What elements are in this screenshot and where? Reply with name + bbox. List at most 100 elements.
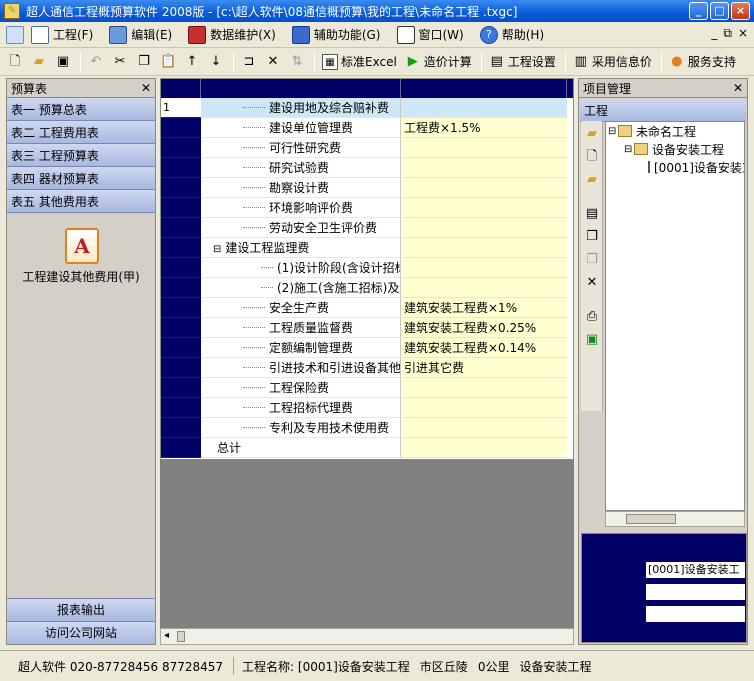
support-button[interactable]: ● 服务支持 xyxy=(666,51,739,73)
delete-button[interactable]: ✕ xyxy=(262,51,284,73)
table-row[interactable]: 可行性研究费 xyxy=(161,138,573,158)
close-button[interactable]: × xyxy=(731,2,750,20)
expand-icon[interactable]: ⊟ xyxy=(608,126,618,137)
scroll-thumb[interactable] xyxy=(177,631,185,642)
formula-cell[interactable] xyxy=(401,138,567,158)
row-number-cell[interactable] xyxy=(161,258,201,278)
nav-table-2[interactable]: 表二 工程费用表 xyxy=(7,121,155,144)
table-row[interactable]: 环境影响评价费 xyxy=(161,198,573,218)
report-output-button[interactable]: 报表输出 xyxy=(7,598,155,621)
table-row[interactable]: (1)设计阶段(含设计招标) xyxy=(161,258,573,278)
table-row[interactable]: 引进技术和引进设备其他费 引进其它费 xyxy=(161,358,573,378)
paste-icon[interactable]: ❐ xyxy=(582,250,602,270)
fee-name-cell[interactable]: 工程招标代理费 xyxy=(201,398,401,418)
fee-name-cell[interactable]: 定额编制管理费 xyxy=(201,338,401,358)
fee-name-cell[interactable]: 工程质量监督费 xyxy=(201,318,401,338)
table-row[interactable]: ⊟ 建设工程监理费 xyxy=(161,238,573,258)
table-row[interactable]: 1 建设用地及综合赔补费 xyxy=(161,98,573,118)
table-row[interactable]: 总计 xyxy=(161,438,573,458)
formula-cell[interactable]: 建筑安装工程费×1% xyxy=(401,298,567,318)
header-cell-formula[interactable] xyxy=(401,79,567,98)
nav-table-5[interactable]: 表五 其他费用表 xyxy=(7,190,155,213)
fee-name-cell[interactable]: 勘察设计费 xyxy=(201,178,401,198)
formula-cell[interactable]: 建筑安装工程费×0.14% xyxy=(401,338,567,358)
tree-hscroll[interactable] xyxy=(605,511,745,527)
formula-cell[interactable] xyxy=(401,198,567,218)
prop-field-3[interactable] xyxy=(646,606,745,622)
mdi-restore-button[interactable]: ⧉ xyxy=(723,26,732,41)
fee-name-cell[interactable]: 专利及专用技术使用费 xyxy=(201,418,401,438)
sort-button[interactable]: ⇅ xyxy=(286,51,308,73)
maximize-button[interactable]: □ xyxy=(710,2,729,20)
export-icon[interactable]: ▣ xyxy=(582,330,602,350)
row-number-cell[interactable] xyxy=(161,198,201,218)
menu-window[interactable]: 窗口(W) xyxy=(394,24,467,46)
formula-cell[interactable]: 引进其它费 xyxy=(401,358,567,378)
nav-table-1[interactable]: 表一 预算总表 xyxy=(7,98,155,121)
minimize-button[interactable]: _ xyxy=(689,2,708,20)
table-row[interactable]: 工程保险费 xyxy=(161,378,573,398)
header-cell-name[interactable] xyxy=(201,79,401,98)
row-number-cell[interactable] xyxy=(161,318,201,338)
tree-node-install[interactable]: ⊟ 设备安装工程 xyxy=(606,140,744,158)
fee-name-cell[interactable]: (2)施工(含施工招标)及保修 xyxy=(201,278,401,298)
table-row[interactable]: 工程质量监督费 建筑安装工程费×0.25% xyxy=(161,318,573,338)
fee-name-cell[interactable]: ⊟ 建设工程监理费 xyxy=(201,238,401,258)
collapse-icon[interactable]: ⊟ xyxy=(213,244,221,255)
table-row[interactable]: 安全生产费 建筑安装工程费×1% xyxy=(161,298,573,318)
row-number-cell[interactable] xyxy=(161,178,201,198)
menu-data[interactable]: 数据维护(X) xyxy=(185,24,279,46)
mdi-minimize-button[interactable]: _ xyxy=(711,26,717,41)
fee-name-cell[interactable]: 工程保险费 xyxy=(201,378,401,398)
table-row[interactable]: 定额编制管理费 建筑安装工程费×0.14% xyxy=(161,338,573,358)
table-row[interactable]: 专利及专用技术使用费 xyxy=(161,418,573,438)
scroll-left-icon[interactable]: ◂ xyxy=(164,630,169,641)
row-number-cell[interactable]: 1 xyxy=(161,98,201,118)
new-file-icon[interactable]: 🗋 xyxy=(582,147,602,167)
row-number-cell[interactable] xyxy=(161,358,201,378)
formula-cell[interactable] xyxy=(401,98,567,118)
table-row[interactable]: (2)施工(含施工招标)及保修 xyxy=(161,278,573,298)
fee-name-cell[interactable]: 环境影响评价费 xyxy=(201,198,401,218)
formula-cell[interactable] xyxy=(401,258,567,278)
tree-node-item[interactable]: [0001]设备安装工程 xyxy=(606,158,744,176)
menu-project[interactable]: 工程(F) xyxy=(28,24,96,46)
tree-node-root[interactable]: ⊟ 未命名工程 xyxy=(606,122,744,140)
row-number-cell[interactable] xyxy=(161,218,201,238)
row-number-cell[interactable] xyxy=(161,398,201,418)
fee-name-cell[interactable]: 研究试验费 xyxy=(201,158,401,178)
row-number-cell[interactable] xyxy=(161,278,201,298)
formula-cell[interactable] xyxy=(401,158,567,178)
tab-project[interactable]: 工程 xyxy=(580,99,746,122)
properties-icon[interactable]: ▤ xyxy=(582,204,602,224)
fee-name-cell[interactable]: (1)设计阶段(含设计招标) xyxy=(201,258,401,278)
undo-button[interactable]: ↶ xyxy=(85,51,107,73)
formula-cell[interactable] xyxy=(401,438,567,458)
table-row[interactable]: 研究试验费 xyxy=(161,158,573,178)
cut-button[interactable]: ✂ xyxy=(109,51,131,73)
delete-icon[interactable]: ✕ xyxy=(582,273,602,293)
insert-row-button[interactable]: ⊐ xyxy=(238,51,260,73)
row-number-cell[interactable] xyxy=(161,158,201,178)
fee-name-cell[interactable]: 可行性研究费 xyxy=(201,138,401,158)
menu-tools[interactable]: 辅助功能(G) xyxy=(289,24,384,46)
report-document-icon[interactable]: A xyxy=(65,228,99,264)
formula-cell[interactable] xyxy=(401,398,567,418)
excel-button[interactable]: ▦ 标准Excel xyxy=(319,51,400,73)
open-folder-icon[interactable]: ▰ xyxy=(582,124,602,144)
open-button[interactable]: ▰ xyxy=(28,51,50,73)
nav-table-3[interactable]: 表三 工程预算表 xyxy=(7,144,155,167)
visit-website-button[interactable]: 访问公司网站 xyxy=(7,621,155,644)
paste-button[interactable]: 📋 xyxy=(157,51,179,73)
table-row[interactable]: 勘察设计费 xyxy=(161,178,573,198)
row-number-cell[interactable] xyxy=(161,298,201,318)
nav-table-4[interactable]: 表四 器材预算表 xyxy=(7,167,155,190)
formula-cell[interactable]: 工程费×1.5% xyxy=(401,118,567,138)
prop-field-2[interactable] xyxy=(646,584,745,600)
row-number-cell[interactable] xyxy=(161,118,201,138)
fee-name-cell[interactable]: 总计 xyxy=(201,438,401,458)
row-number-cell[interactable] xyxy=(161,438,201,458)
print-icon[interactable]: ⎙ xyxy=(582,307,602,327)
copy-icon[interactable]: ❐ xyxy=(582,227,602,247)
prop-project-field[interactable]: [0001]设备安装工 xyxy=(646,562,745,578)
